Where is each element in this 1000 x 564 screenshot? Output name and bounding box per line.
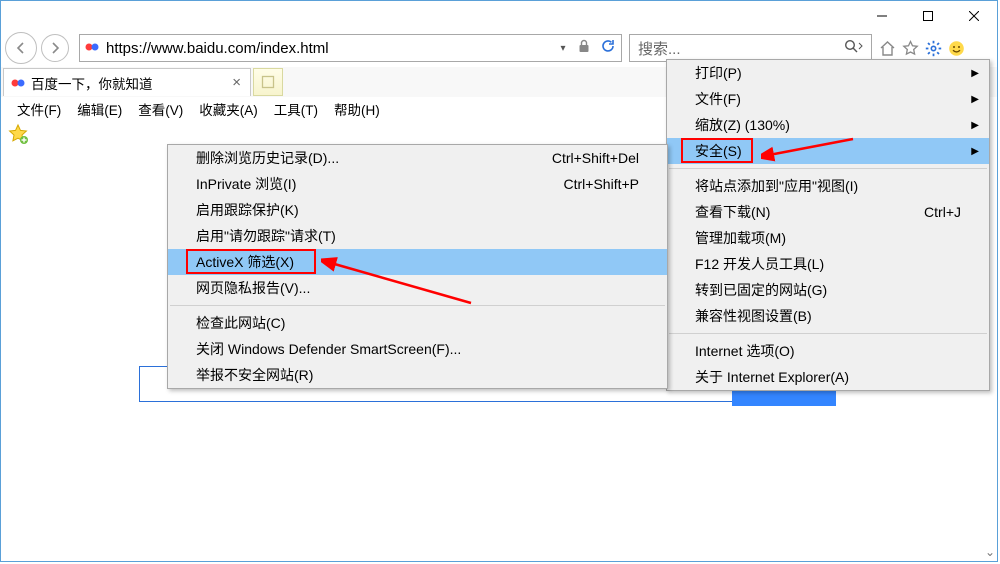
mi-inprivate-shortcut: Ctrl+Shift+P [564,176,639,192]
mi-compat[interactable]: 兼容性视图设置(B) [667,303,989,329]
chevron-right-icon: ▶ [971,146,979,157]
tools-gear-icon[interactable] [922,37,944,59]
mi-f12[interactable]: F12 开发人员工具(L) [667,251,989,277]
site-icon [80,40,104,56]
address-url[interactable]: https://www.baidu.com/index.html [104,40,553,57]
chevron-right-icon: ▶ [971,94,979,105]
forward-button[interactable] [41,34,69,62]
mi-downloads-label: 查看下载(N) [695,202,770,222]
menu-separator [669,168,987,169]
mi-print[interactable]: 打印(P) ▶ [667,60,989,86]
tab-close-icon[interactable]: × [229,74,244,91]
mi-zoom[interactable]: 缩放(Z) (130%) ▶ [667,112,989,138]
mi-dnt-label: 启用"请勿跟踪"请求(T) [196,226,336,246]
mi-zoom-label: 缩放(Z) (130%) [695,115,790,135]
mi-file[interactable]: 文件(F) ▶ [667,86,989,112]
home-icon[interactable] [876,37,898,59]
mi-checksite-label: 检查此网站(C) [196,313,285,333]
menu-help[interactable]: 帮助(H) [326,96,388,122]
mi-check-site[interactable]: 检查此网站(C) [168,310,667,336]
mi-print-label: 打印(P) [695,63,742,83]
mi-about[interactable]: 关于 Internet Explorer(A) [667,364,989,390]
mi-privacy-report[interactable]: 网页隐私报告(V)... [168,275,667,301]
mi-activex-filtering[interactable]: ActiveX 筛选(X) [168,249,667,275]
mi-delete-history-shortcut: Ctrl+Shift+Del [552,150,639,166]
security-submenu: 删除浏览历史记录(D)... Ctrl+Shift+Del InPrivate … [167,144,668,389]
menu-edit[interactable]: 编辑(E) [69,96,130,122]
mi-delete-history[interactable]: 删除浏览历史记录(D)... Ctrl+Shift+Del [168,145,667,171]
menu-tools[interactable]: 工具(T) [266,96,326,122]
mi-downloads-shortcut: Ctrl+J [924,204,961,220]
mi-do-not-track[interactable]: 启用"请勿跟踪"请求(T) [168,223,667,249]
mi-report-label: 举报不安全网站(R) [196,365,313,385]
lock-icon[interactable] [573,39,595,58]
mi-addons[interactable]: 管理加载项(M) [667,225,989,251]
address-dropdown-icon[interactable]: ▾ [553,43,573,54]
mi-compat-label: 兼容性视图设置(B) [695,306,812,326]
menu-favorites[interactable]: 收藏夹(A) [191,96,266,122]
refresh-icon[interactable] [595,38,621,59]
address-bar[interactable]: https://www.baidu.com/index.html ▾ [79,34,622,62]
chevron-right-icon: ▶ [971,68,979,79]
maximize-button[interactable] [905,1,951,31]
mi-tracking-protection[interactable]: 启用跟踪保护(K) [168,197,667,223]
browser-tab[interactable]: 百度一下，你就知道 × [3,68,251,96]
mi-tracking-label: 启用跟踪保护(K) [196,200,299,220]
mi-add-to-apps-label: 将站点添加到"应用"视图(I) [695,176,858,196]
mi-privacy-label: 网页隐私报告(V)... [196,278,310,298]
menu-separator [669,333,987,334]
search-placeholder[interactable]: 搜索... [630,38,837,59]
mi-security-label: 安全(S) [695,141,742,161]
scroll-chevron-icon[interactable]: ⌄ [985,545,995,559]
favorites-icon[interactable] [899,37,921,59]
mi-f12-label: F12 开发人员工具(L) [695,254,824,274]
mi-smartscreen-label: 关闭 Windows Defender SmartScreen(F)... [196,339,461,359]
tab-title: 百度一下，你就知道 [31,73,229,93]
mi-file-label: 文件(F) [695,89,741,109]
search-icon[interactable] [837,39,871,58]
mi-inetopt-label: Internet 选项(O) [695,341,795,361]
feedback-smile-icon[interactable] [945,37,967,59]
add-favorite-icon[interactable] [7,123,29,145]
chevron-right-icon: ▶ [971,120,979,131]
mi-pinned-label: 转到已固定的网站(G) [695,280,827,300]
mi-inprivate[interactable]: InPrivate 浏览(I) Ctrl+Shift+P [168,171,667,197]
menu-view[interactable]: 查看(V) [130,96,191,122]
new-tab-button[interactable] [253,68,283,96]
mi-addons-label: 管理加载项(M) [695,228,786,248]
mi-downloads[interactable]: 查看下载(N) Ctrl+J [667,199,989,225]
mi-smartscreen[interactable]: 关闭 Windows Defender SmartScreen(F)... [168,336,667,362]
mi-pinned[interactable]: 转到已固定的网站(G) [667,277,989,303]
close-button[interactable] [951,1,997,31]
menu-file[interactable]: 文件(F) [9,96,69,122]
search-box[interactable]: 搜索... [629,34,872,62]
menu-separator [170,305,665,306]
mi-internet-options[interactable]: Internet 选项(O) [667,338,989,364]
minimize-button[interactable] [859,1,905,31]
mi-delete-history-label: 删除浏览历史记录(D)... [196,148,339,168]
mi-report-unsafe[interactable]: 举报不安全网站(R) [168,362,667,388]
mi-about-label: 关于 Internet Explorer(A) [695,367,849,387]
mi-activex-label: ActiveX 筛选(X) [196,252,294,272]
tools-menu: 打印(P) ▶ 文件(F) ▶ 缩放(Z) (130%) ▶ 安全(S) ▶ 将站点添加… [666,59,990,391]
mi-inprivate-label: InPrivate 浏览(I) [196,174,296,194]
back-button[interactable] [5,32,37,64]
tab-favicon-icon [10,75,26,91]
mi-add-to-apps[interactable]: 将站点添加到"应用"视图(I) [667,173,989,199]
mi-security[interactable]: 安全(S) ▶ [667,138,989,164]
